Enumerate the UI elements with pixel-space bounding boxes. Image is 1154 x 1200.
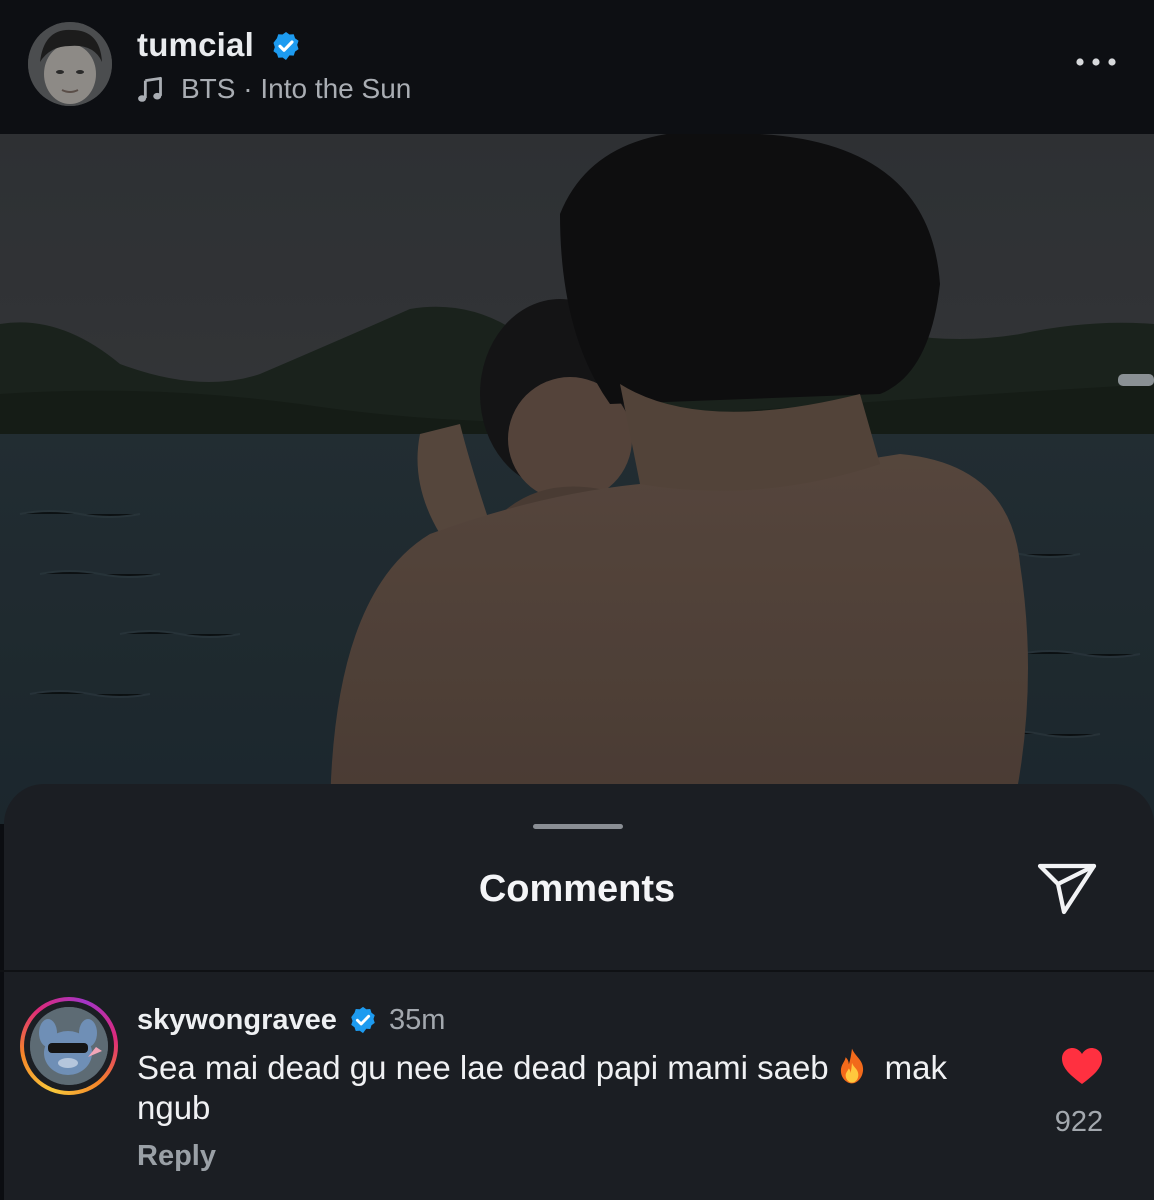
author-avatar[interactable] <box>28 22 112 106</box>
author-avatar-image <box>28 22 112 106</box>
commenter-username[interactable]: skywongravee <box>137 1004 337 1037</box>
sheet-drag-handle[interactable] <box>533 824 623 829</box>
comments-title: Comments <box>478 868 676 910</box>
author-username[interactable]: tumcial <box>137 26 254 64</box>
song-label[interactable]: BTS · Into the Sun <box>181 73 411 105</box>
verified-badge-icon <box>273 32 299 60</box>
commenter-avatar <box>30 1007 108 1085</box>
app-screen: tumcial BTS · Into the Sun Comments skyw… <box>0 0 1154 1200</box>
comment-text-part: Sea mai dead gu nee lae dead papi mami s… <box>137 1049 829 1086</box>
comment-text: Sea mai dead gu nee lae dead papi mami s… <box>137 1047 1017 1128</box>
reply-button[interactable]: Reply <box>137 1140 216 1173</box>
comment-timestamp: 35m <box>389 1004 446 1036</box>
like-count: 922 <box>1054 1106 1104 1138</box>
post-photo[interactable] <box>0 134 1154 824</box>
commenter-avatar-image <box>30 1007 108 1085</box>
comments-sheet: Comments skywongravee 35m Sea mai dead g… <box>0 784 1154 1200</box>
verified-badge-icon <box>351 1006 375 1034</box>
sheet-divider <box>0 970 1154 972</box>
more-horizontal-icon[interactable] <box>1072 52 1120 72</box>
fire-emoji-icon <box>840 1048 863 1084</box>
music-note-icon <box>138 76 162 102</box>
post-photo-image <box>0 134 1154 824</box>
story-ring[interactable] <box>20 997 118 1095</box>
send-icon[interactable] <box>1034 858 1100 918</box>
heart-icon[interactable] <box>1060 1046 1104 1086</box>
post-header: tumcial BTS · Into the Sun <box>0 0 1154 134</box>
